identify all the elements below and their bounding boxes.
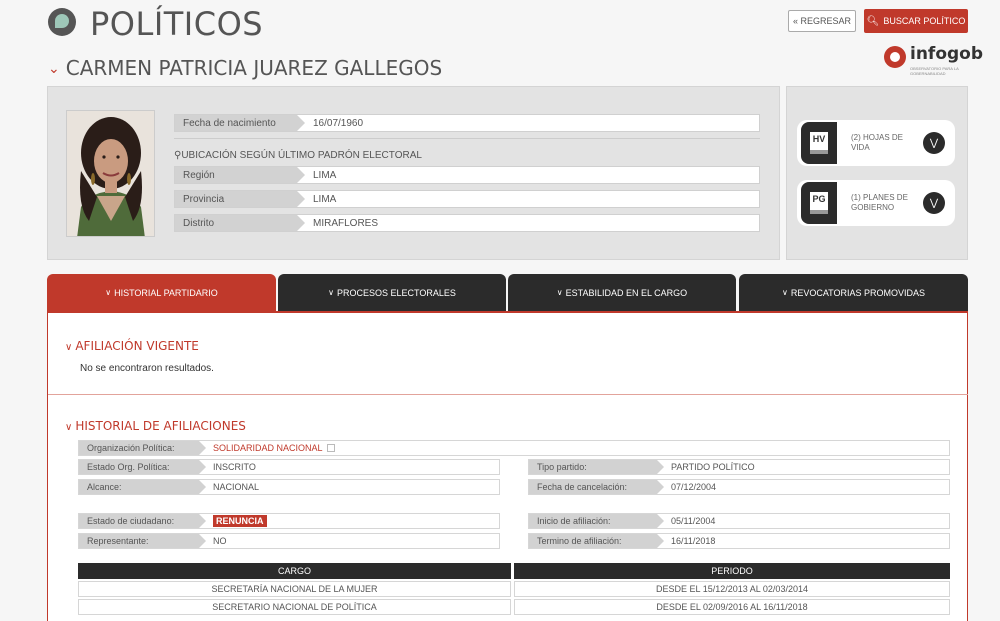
- tab-electoral-processes[interactable]: ∨ PROCESOS ELECTORALES: [278, 274, 506, 311]
- page-header: POLÍTICOS ⌄ CARMEN PATRICIA JUAREZ GALLEG…: [0, 0, 1000, 88]
- table-cell-periodo: DESDE EL 02/09/2016 AL 16/11/2018: [514, 599, 950, 615]
- citizen-state-label: Estado de ciudadano:: [79, 514, 206, 528]
- citizen-state-value: RENUNCIA: [199, 515, 267, 527]
- table-cell-periodo: DESDE EL 15/12/2013 AL 02/03/2014: [514, 581, 950, 597]
- affiliation-history-title: HISTORIAL DE AFILIACIONES: [75, 419, 246, 433]
- organization-link[interactable]: SOLIDARIDAD NACIONAL: [213, 443, 323, 453]
- current-affiliation-title: AFILIACIÓN VIGENTE: [75, 339, 199, 353]
- table-cell-cargo: SECRETARÍA NACIONAL DE LA MUJER: [78, 581, 511, 597]
- chevron-down-icon: ⌄: [48, 61, 60, 77]
- cancellation-label: Fecha de cancelación:: [529, 480, 664, 494]
- affiliation-start-row: Inicio de afiliación: 05/11/2004: [528, 513, 950, 529]
- politicos-logo-icon: [48, 8, 76, 36]
- province-label: Provincia: [175, 191, 305, 207]
- tab-label: HISTORIAL PARTIDARIO: [114, 287, 218, 298]
- cancellation-value: 07/12/2004: [671, 482, 717, 492]
- government-plan-text: (1) PLANES DE GOBIERNO: [851, 193, 908, 212]
- org-state-value: INSCRITO: [213, 462, 256, 472]
- district-value: MIRAFLORES: [313, 217, 379, 229]
- affiliation-history-header[interactable]: ∨ HISTORIAL DE AFILIACIONES: [65, 419, 246, 433]
- representative-label: Representante:: [79, 534, 206, 548]
- district-row: Distrito MIRAFLORES: [174, 214, 760, 232]
- region-row: Región LIMA: [174, 166, 760, 184]
- region-label: Región: [175, 167, 305, 183]
- infogob-brand-sub: OBSERVATORIO PARA LA GOBERNABILIDAD: [910, 66, 959, 76]
- citizen-state-row: Estado de ciudadano: RENUNCIA: [78, 513, 500, 529]
- table-cell-cargo: SECRETARIO NACIONAL DE POLÍTICA: [78, 599, 511, 615]
- affiliation-start-label: Inicio de afiliación:: [529, 514, 664, 528]
- org-state-label: Estado Org. Política:: [79, 460, 206, 474]
- province-row: Provincia LIMA: [174, 190, 760, 208]
- tab-bar: ∨ HISTORIAL PARTIDARIO ∨ PROCESOS ELECTORA…: [47, 274, 968, 311]
- column-header-cargo: CARGO: [78, 563, 511, 579]
- affiliation-start-value: 05/11/2004: [671, 516, 716, 526]
- status-badge: RENUNCIA: [213, 515, 267, 527]
- resume-text: (2) HOJAS DE VIDA: [851, 133, 904, 152]
- infogob-brand: infogob: [910, 44, 984, 64]
- documents-panel: [786, 86, 968, 260]
- scope-label: Alcance:: [79, 480, 206, 494]
- infogob-logo[interactable]: infogob OBSERVATORIO PARA LA GOBERNABILI…: [884, 44, 983, 76]
- resume-icon: HV: [801, 122, 837, 164]
- location-title-text: UBICACIÓN SEGÚN ÚLTIMO PADRÓN ELECTORAL: [181, 150, 422, 161]
- expand-government-plan-icon[interactable]: ⋁: [923, 192, 945, 214]
- tab-party-history[interactable]: ∨ HISTORIAL PARTIDARIO: [47, 274, 276, 311]
- cancellation-row: Fecha de cancelación: 07/12/2004: [528, 479, 950, 495]
- search-icon: 🔍︎: [866, 15, 880, 27]
- chevron-down-icon: ∨: [105, 288, 112, 297]
- organization-label: Organización Política:: [79, 441, 206, 455]
- chevron-down-icon: ∨: [328, 288, 334, 297]
- tab-label: REVOCATORIAS PROMOVIDAS: [790, 287, 926, 298]
- person-name-text: CARMEN PATRICIA JUAREZ GALLEGOS: [65, 56, 443, 80]
- party-type-label: Tipo partido:: [529, 460, 664, 474]
- birth-date-row: Fecha de nacimiento 16/07/1960: [174, 114, 760, 132]
- tab-label: PROCESOS ELECTORALES: [336, 287, 456, 298]
- organization-value[interactable]: SOLIDARIDAD NACIONAL: [199, 443, 335, 453]
- person-name: ⌄ CARMEN PATRICIA JUAREZ GALLEGOS: [48, 56, 442, 80]
- tab-position-stability[interactable]: ∨ ESTABILIDAD EN EL CARGO: [508, 274, 736, 311]
- column-header-periodo: PERIODO: [514, 563, 950, 579]
- chevron-down-icon: ∨: [556, 288, 563, 297]
- chevron-down-icon: ∨: [65, 422, 73, 433]
- birth-date-label: Fecha de nacimiento: [175, 115, 305, 131]
- search-politician-label: BUSCAR POLÍTICO: [883, 16, 966, 26]
- resume-card[interactable]: HV (2) HOJAS DE VIDA ⋁: [797, 120, 955, 166]
- back-button[interactable]: « REGRESAR: [788, 10, 856, 32]
- divider: [48, 394, 968, 395]
- page-title: POLÍTICOS: [90, 5, 264, 43]
- chevron-down-icon: ∨: [781, 288, 788, 297]
- scope-value: NACIONAL: [213, 482, 260, 492]
- party-type-value: PARTIDO POLÍTICO: [671, 462, 755, 472]
- external-link-icon[interactable]: [326, 444, 335, 452]
- district-label: Distrito: [175, 215, 305, 231]
- government-plan-card[interactable]: PG (1) PLANES DE GOBIERNO ⋁: [797, 180, 955, 226]
- location-title: ⚲UBICACIÓN SEGÚN ÚLTIMO PADRÓN ELECTORAL: [174, 150, 422, 161]
- affiliation-end-row: Termino de afiliación: 16/11/2018: [528, 533, 950, 549]
- organization-row: Organización Política: SOLIDARIDAD NACIO…: [78, 440, 950, 456]
- infogob-logo-icon: [884, 46, 906, 68]
- affiliation-end-value: 16/11/2018: [671, 536, 716, 546]
- government-plan-icon: PG: [801, 182, 837, 224]
- affiliation-end-label: Termino de afiliación:: [529, 534, 664, 548]
- profile-photo: [66, 110, 155, 237]
- search-politician-button[interactable]: 🔍︎ BUSCAR POLÍTICO: [864, 9, 968, 33]
- tab-recalls[interactable]: ∨ REVOCATORIAS PROMOVIDAS: [739, 274, 968, 311]
- expand-resume-icon[interactable]: ⋁: [923, 132, 945, 154]
- current-affiliation-header[interactable]: ∨ AFILIACIÓN VIGENTE: [65, 339, 199, 353]
- scope-row: Alcance: NACIONAL: [78, 479, 500, 495]
- birth-date-value: 16/07/1960: [313, 117, 364, 129]
- party-type-row: Tipo partido: PARTIDO POLÍTICO: [528, 459, 950, 475]
- org-state-row: Estado Org. Política: INSCRITO: [78, 459, 500, 475]
- no-results-message: No se encontraron resultados.: [80, 363, 214, 374]
- chevron-down-icon: ∨: [65, 342, 73, 353]
- representative-row: Representante: NO: [78, 533, 500, 549]
- tab-label: ESTABILIDAD EN EL CARGO: [565, 287, 688, 298]
- divider: [174, 138, 760, 139]
